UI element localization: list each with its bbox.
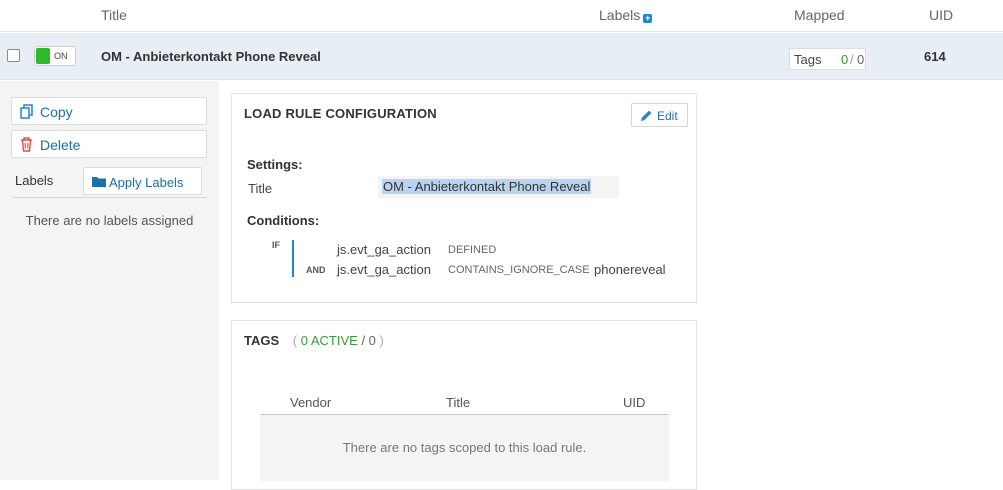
condition-value: phonereveal (594, 262, 666, 277)
copy-button[interactable]: Copy (11, 97, 207, 125)
labels-divider (12, 197, 207, 198)
uid-column-header[interactable]: UID (623, 395, 645, 410)
and-keyword: AND (306, 265, 326, 275)
copy-icon (20, 104, 33, 119)
tags-total-text: / 0 (361, 333, 376, 348)
tags-heading-label: TAGS (244, 333, 280, 348)
tags-active-count: 0 (841, 52, 849, 67)
row-checkbox[interactable] (7, 49, 20, 62)
tags-open-paren: ( (292, 333, 298, 348)
uid-column-header[interactable]: UID (929, 7, 953, 23)
table-header: Title Labels + Mapped UID (0, 0, 1003, 32)
condition-operator: DEFINED (448, 244, 497, 256)
condition-variable: js.evt_ga_action (337, 262, 431, 277)
tags-separator: / (850, 52, 854, 67)
tags-panel: TAGS ( 0 ACTIVE / 0 ) Vendor Title UID T… (231, 320, 697, 490)
load-rule-configuration-panel: LOAD RULE CONFIGURATION Edit Settings: T… (231, 93, 697, 303)
tags-active-text: 0 ACTIVE (300, 333, 358, 348)
tags-table-header: Vendor Title UID (260, 393, 669, 415)
title-field-label: Title (248, 181, 273, 196)
apply-labels-label: Apply Labels (109, 175, 184, 190)
title-value: OM - Anbieterkontakt Phone Reveal (382, 179, 592, 194)
condition-group-bar (292, 240, 294, 277)
tags-close-paren: ) (379, 333, 384, 348)
title-value-field[interactable]: OM - Anbieterkontakt Phone Reveal (378, 176, 619, 198)
status-toggle[interactable]: ON (34, 46, 76, 66)
settings-label: Settings: (247, 157, 303, 172)
config-heading: LOAD RULE CONFIGURATION (244, 106, 437, 121)
condition-operator: CONTAINS_IGNORE_CASE (448, 264, 590, 276)
condition-variable: js.evt_ga_action (337, 242, 431, 257)
apply-labels-button[interactable]: Apply Labels (83, 167, 202, 195)
toggle-label: ON (54, 51, 68, 61)
title-column-header[interactable]: Title (101, 7, 127, 23)
delete-button[interactable]: Delete (11, 130, 207, 158)
vendor-column-header[interactable]: Vendor (290, 395, 331, 410)
edit-label: Edit (657, 109, 678, 123)
tags-total-count: 0 (857, 52, 865, 67)
title-column-header[interactable]: Title (446, 395, 470, 410)
if-keyword: IF (272, 240, 280, 250)
no-tags-message: There are no tags scoped to this load ru… (260, 415, 669, 481)
actions-panel: Copy Delete Labels Apply Labels There ar… (0, 81, 219, 480)
delete-label: Delete (40, 137, 81, 153)
pencil-icon (641, 110, 652, 121)
edit-button[interactable]: Edit (631, 103, 688, 127)
folder-icon (92, 177, 106, 187)
no-labels-message: There are no labels assigned (25, 213, 194, 228)
table-row[interactable]: ON OM - Anbieterkontakt Phone Reveal Tag… (0, 33, 1003, 80)
trash-icon (21, 137, 32, 152)
row-title[interactable]: OM - Anbieterkontakt Phone Reveal (101, 49, 321, 64)
mapped-column-header[interactable]: Mapped (794, 7, 845, 23)
mapped-tags-badge[interactable]: Tags 0 / 0 (789, 48, 866, 70)
toggle-knob (36, 48, 50, 64)
tags-heading: TAGS ( 0 ACTIVE / 0 ) (244, 333, 384, 348)
plus-icon[interactable]: + (643, 14, 653, 23)
row-uid: 614 (924, 49, 946, 64)
tags-badge-label: Tags (794, 52, 822, 67)
conditions-label: Conditions: (247, 213, 320, 228)
copy-label: Copy (40, 104, 73, 120)
labels-section-title: Labels (15, 173, 54, 188)
labels-column-header: Labels + (599, 7, 653, 23)
